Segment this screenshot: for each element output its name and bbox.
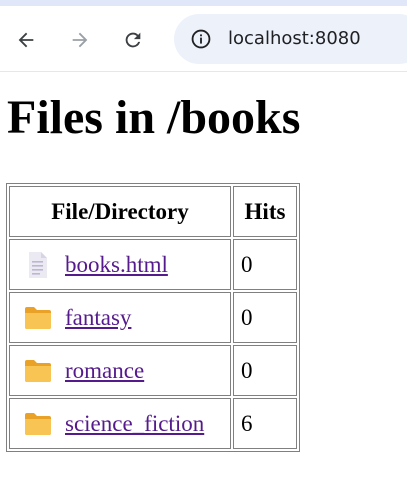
column-header-hits: Hits: [233, 186, 297, 237]
table-row: romance 0: [9, 345, 297, 396]
forward-button[interactable]: [64, 24, 96, 56]
table-row: fantasy 0: [9, 292, 297, 343]
arrow-left-icon: [18, 32, 34, 48]
file-listing-table: File/Directory Hits books.html 0 fantasy…: [6, 183, 300, 452]
directory-link-fantasy[interactable]: fantasy: [65, 305, 131, 331]
url-text[interactable]: localhost:8080: [228, 28, 361, 50]
table-row: books.html 0: [9, 239, 297, 290]
directory-entry: fantasy: [17, 303, 223, 333]
reload-icon: [125, 32, 141, 48]
name-cell: science_fiction: [9, 398, 231, 449]
name-cell: romance: [9, 345, 231, 396]
table-row: science_fiction 6: [9, 398, 297, 449]
directory-link-science-fiction[interactable]: science_fiction: [65, 411, 204, 437]
directory-entry: romance: [17, 356, 223, 386]
folder-icon: [23, 303, 53, 333]
file-entry: books.html: [17, 250, 223, 280]
tab-strip-edge: [0, 0, 407, 6]
back-button[interactable]: [10, 24, 42, 56]
address-bar[interactable]: localhost:8080: [174, 14, 407, 64]
name-cell: fantasy: [9, 292, 231, 343]
directory-link-romance[interactable]: romance: [65, 358, 144, 384]
page-title: Files in /books: [7, 91, 301, 144]
hits-cell: 6: [233, 398, 297, 449]
folder-icon: [23, 356, 53, 386]
folder-icon: [23, 409, 53, 439]
directory-entry: science_fiction: [17, 409, 223, 439]
name-cell: books.html: [9, 239, 231, 290]
browser-toolbar: localhost:8080: [0, 0, 407, 72]
hits-cell: 0: [233, 345, 297, 396]
column-header-name: File/Directory: [9, 186, 231, 237]
file-link-books-html[interactable]: books.html: [65, 252, 168, 278]
hits-cell: 0: [233, 239, 297, 290]
reload-button[interactable]: [117, 24, 149, 56]
document-icon: [23, 250, 53, 280]
hits-cell: 0: [233, 292, 297, 343]
arrow-right-icon: [72, 32, 88, 48]
table-header-row: File/Directory Hits: [9, 186, 297, 237]
site-info-icon[interactable]: [188, 26, 214, 52]
